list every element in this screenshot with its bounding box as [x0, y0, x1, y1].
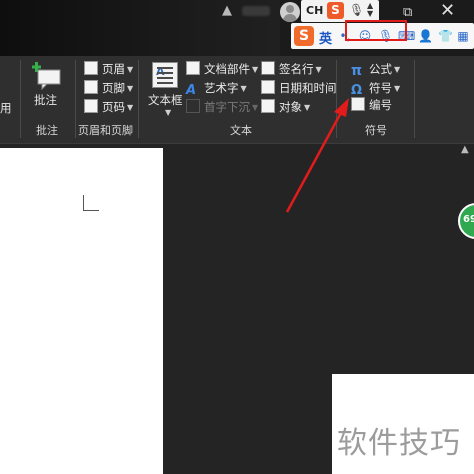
wordart-button[interactable]: A 艺术字 ▼: [186, 79, 247, 98]
new-comment-icon[interactable]: [32, 62, 62, 90]
warning-icon[interactable]: ▲: [222, 4, 236, 18]
toolbox-icon[interactable]: ▦: [456, 28, 470, 44]
chevron-down-icon: ▼: [165, 108, 172, 117]
microphone-icon[interactable]: 🎙: [349, 2, 364, 19]
chevron-down-icon: ▼: [394, 65, 401, 74]
ribbon-separator: [138, 60, 139, 138]
quick-parts-icon: [186, 61, 200, 75]
header-footer-group-label: 页眉和页脚: [78, 124, 133, 137]
header-button[interactable]: 页眉 ▼: [84, 60, 133, 78]
chevron-down-icon: ▼: [394, 84, 401, 93]
floating-badge[interactable]: 69: [458, 203, 474, 239]
chevron-down-icon: ▼: [127, 103, 134, 112]
comment-group-label: 批注: [36, 124, 58, 137]
restore-window-button[interactable]: ⧉: [403, 6, 417, 20]
pi-icon: π: [351, 63, 363, 79]
updown-arrows-icon[interactable]: ▲ ▼: [367, 2, 377, 19]
title-bar-background: [0, 0, 280, 56]
ribbon-collapse-icon[interactable]: ▲: [461, 144, 471, 155]
ribbon-separator: [336, 60, 337, 138]
ime-lang-toggle[interactable]: 英: [319, 28, 332, 47]
ribbon-separator: [75, 60, 76, 138]
sogou-icon[interactable]: S: [327, 2, 344, 19]
user-name-blurred: [242, 6, 270, 16]
ribbon: 用 批注 批注 页眉 ▼ 页脚 ▼ 页码 ▼ 页眉和页脚 A 文本框 ▼ 文档部件 ▼ …: [0, 56, 474, 144]
wordart-icon: A: [186, 83, 197, 98]
textbox-icon[interactable]: A: [152, 62, 178, 88]
header-icon: [84, 61, 98, 75]
language-bar: CH S 🎙 ▲ ▼: [301, 0, 379, 22]
date-time-icon: [261, 80, 275, 94]
symbol-button[interactable]: Ω 符号 ▼: [351, 79, 401, 98]
footer-button[interactable]: 页脚 ▼: [84, 79, 133, 97]
chevron-down-icon: ▼: [252, 65, 259, 74]
chevron-down-icon: ▼: [315, 65, 322, 74]
textbox-button[interactable]: 文本框: [148, 92, 183, 108]
chevron-down-icon: ▼: [127, 84, 134, 93]
quick-parts-button[interactable]: 文档部件 ▼: [186, 60, 258, 78]
chevron-down-icon: ▼: [252, 103, 259, 112]
object-button[interactable]: 对象 ▼: [261, 98, 310, 116]
numbering-button[interactable]: 编号: [351, 96, 392, 114]
text-group-label: 文本: [230, 124, 252, 137]
date-time-button[interactable]: 日期和时间: [261, 79, 337, 97]
footer-icon: [84, 80, 98, 94]
ribbon-edge-text: 用: [0, 101, 12, 114]
chevron-down-icon: ▼: [127, 65, 134, 74]
new-comment-button[interactable]: 批注: [34, 92, 57, 108]
symbols-group-label: 符号: [365, 124, 387, 137]
document-page[interactable]: [0, 148, 163, 474]
drop-cap-icon: [186, 99, 200, 113]
chevron-down-icon: ▼: [304, 103, 311, 112]
symbol-button-highlight: [345, 20, 407, 41]
equation-button[interactable]: π 公式 ▼: [351, 60, 400, 78]
ime-logo-icon[interactable]: S: [294, 26, 314, 46]
ribbon-separator: [414, 60, 415, 138]
signature-line-button[interactable]: 签名行 ▼: [261, 60, 322, 78]
ribbon-separator: [20, 60, 21, 138]
watermark-text: 软件技巧: [337, 426, 461, 461]
object-icon: [261, 99, 275, 113]
page-number-button[interactable]: 页码 ▼: [84, 98, 133, 116]
margin-corner-mark: [83, 195, 99, 211]
skin-icon[interactable]: 👕: [438, 28, 453, 44]
page-number-icon: [84, 99, 98, 113]
numbering-icon: [351, 97, 365, 111]
user-avatar[interactable]: [280, 2, 300, 22]
signature-line-icon: [261, 61, 275, 75]
user-icon[interactable]: 👤: [418, 28, 433, 44]
lang-indicator[interactable]: CH: [306, 4, 323, 17]
chevron-down-icon: ▼: [240, 84, 247, 93]
drop-cap-button[interactable]: 首字下沉 ▼: [186, 98, 258, 116]
close-window-button[interactable]: ✕: [440, 2, 458, 20]
